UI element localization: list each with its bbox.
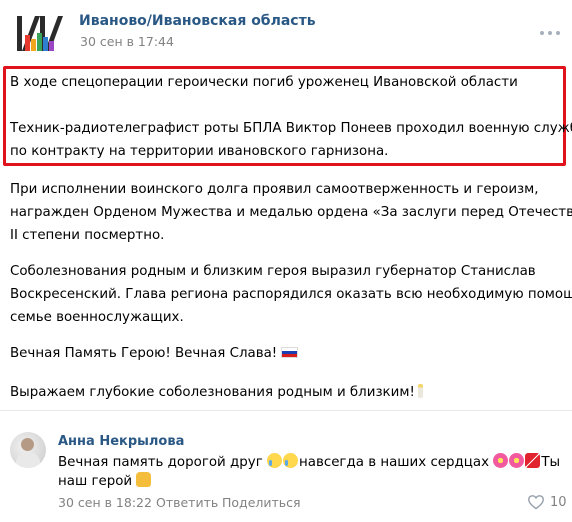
post-date[interactable]: 30 сен в 17:44 bbox=[80, 34, 174, 49]
post-text-line: Вечная Память Герою! Вечная Слава! bbox=[10, 346, 278, 361]
candle-icon bbox=[417, 384, 423, 398]
comment-date[interactable]: 30 сен в 18:22 bbox=[58, 495, 152, 510]
comment-author-link[interactable]: Анна Некрылова bbox=[58, 434, 184, 449]
post-text-line: В ходе спецоперации героически погиб уро… bbox=[10, 75, 518, 90]
crying-face-icon bbox=[266, 453, 282, 468]
post-text-line: II степени посмертно. bbox=[10, 228, 165, 243]
post-text-line: Выражаем глубокие соболезнования родным … bbox=[10, 385, 415, 400]
post-text-line: семье военнослужащих. bbox=[10, 310, 184, 325]
post-text-line: Соболезнования родным и близким героя вы… bbox=[10, 264, 536, 279]
comment-text-part: наш герой bbox=[58, 474, 137, 489]
comment-text-part: навсегда в наших сердцах bbox=[298, 455, 494, 470]
praying-hands-icon bbox=[136, 472, 152, 487]
post-text-line: Воскресенский. Глава региона распорядилс… bbox=[10, 287, 572, 302]
heart-like-icon[interactable] bbox=[527, 494, 545, 510]
post-text-line-flag: Вечная Память Герою! Вечная Слава! bbox=[10, 342, 299, 365]
broken-heart-icon bbox=[525, 453, 541, 468]
post-text-line-candle: Выражаем глубокие соболезнования родным … bbox=[10, 381, 423, 404]
reply-button[interactable]: Ответить bbox=[156, 495, 218, 510]
post-text-line: по контракту на территории ивановского г… bbox=[10, 144, 389, 159]
divider bbox=[0, 410, 572, 411]
flower-icon bbox=[509, 453, 525, 468]
flower-icon bbox=[493, 453, 509, 468]
post-text-line: При исполнении воинского долга проявил с… bbox=[10, 182, 539, 197]
crying-face-icon bbox=[282, 453, 298, 468]
comment-text-part: Вечная память дорогой друг bbox=[58, 455, 267, 470]
group-logo[interactable] bbox=[13, 13, 63, 53]
post-text-line: Техник-радиотелеграфист роты БПЛА Виктор… bbox=[10, 121, 572, 136]
russian-flag-icon bbox=[281, 347, 299, 358]
comment-text-part: Ты bbox=[541, 455, 561, 470]
comment-text: Вечная память дорогой друг навсегда в на… bbox=[58, 452, 560, 473]
like-count: 10 bbox=[550, 495, 567, 510]
comment-text-line2: наш герой bbox=[58, 471, 152, 492]
post-text-line: награжден Орденом Мужества и медалью орд… bbox=[10, 205, 572, 220]
share-button[interactable]: Поделиться bbox=[222, 495, 301, 510]
more-options-icon[interactable] bbox=[540, 29, 560, 37]
wall-post: Иваново/Ивановская область 30 сен в 17:4… bbox=[0, 0, 572, 522]
group-name-link[interactable]: Иваново/Ивановская область bbox=[79, 13, 316, 29]
comment-avatar[interactable] bbox=[10, 432, 46, 468]
